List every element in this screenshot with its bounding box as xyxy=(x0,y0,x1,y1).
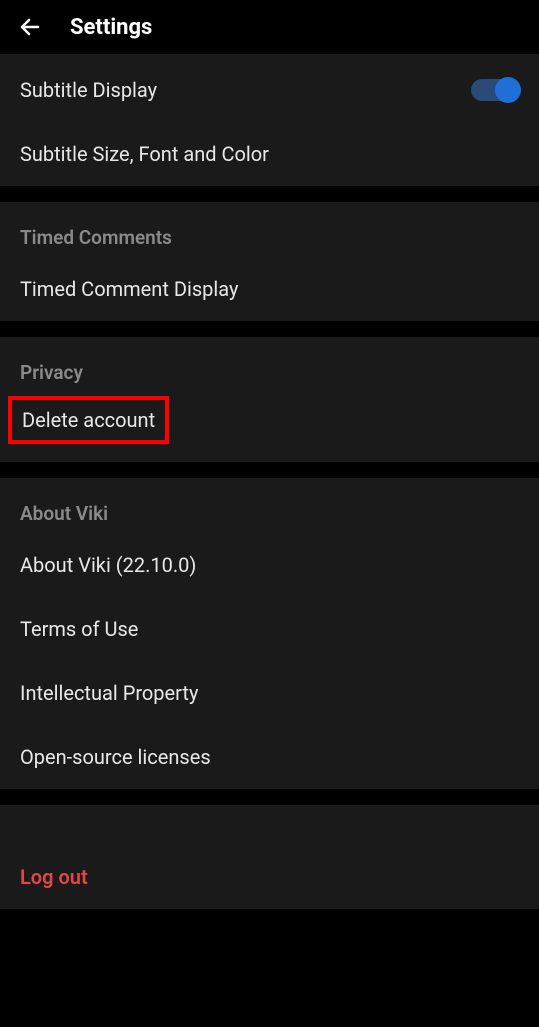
licenses-label: Open-source licenses xyxy=(20,745,211,769)
delete-account-label[interactable]: Delete account xyxy=(22,408,155,432)
about-section: About Viki About Viki (22.10.0) Terms of… xyxy=(0,478,539,789)
app-header: Settings xyxy=(0,0,539,54)
page-title: Settings xyxy=(70,15,152,40)
subtitle-display-label: Subtitle Display xyxy=(20,78,157,102)
subtitle-display-toggle[interactable] xyxy=(471,79,519,101)
terms-label: Terms of Use xyxy=(20,617,138,641)
ip-label: Intellectual Property xyxy=(20,681,198,705)
timed-comment-display-row[interactable]: Timed Comment Display xyxy=(0,257,539,321)
ip-row[interactable]: Intellectual Property xyxy=(0,661,539,725)
about-header: About Viki xyxy=(0,478,539,533)
delete-account-highlight: Delete account xyxy=(8,396,169,444)
timed-comment-display-label: Timed Comment Display xyxy=(20,277,238,301)
about-viki-label: About Viki (22.10.0) xyxy=(20,553,196,577)
licenses-row[interactable]: Open-source licenses xyxy=(0,725,539,789)
subtitle-section: Subtitle Display Subtitle Size, Font and… xyxy=(0,54,539,186)
back-arrow-icon[interactable] xyxy=(18,15,42,39)
timed-comments-section: Timed Comments Timed Comment Display xyxy=(0,202,539,321)
subtitle-size-label: Subtitle Size, Font and Color xyxy=(20,142,269,166)
privacy-section: Privacy Delete account xyxy=(0,337,539,462)
about-viki-row[interactable]: About Viki (22.10.0) xyxy=(0,533,539,597)
subtitle-display-row[interactable]: Subtitle Display xyxy=(0,58,539,122)
logout-section: Log out xyxy=(0,805,539,909)
timed-comments-header: Timed Comments xyxy=(0,202,539,257)
subtitle-size-row[interactable]: Subtitle Size, Font and Color xyxy=(0,122,539,186)
terms-row[interactable]: Terms of Use xyxy=(0,597,539,661)
logout-row[interactable]: Log out xyxy=(0,845,539,909)
privacy-header: Privacy xyxy=(0,337,539,392)
logout-label: Log out xyxy=(20,865,88,889)
toggle-knob xyxy=(495,77,521,103)
